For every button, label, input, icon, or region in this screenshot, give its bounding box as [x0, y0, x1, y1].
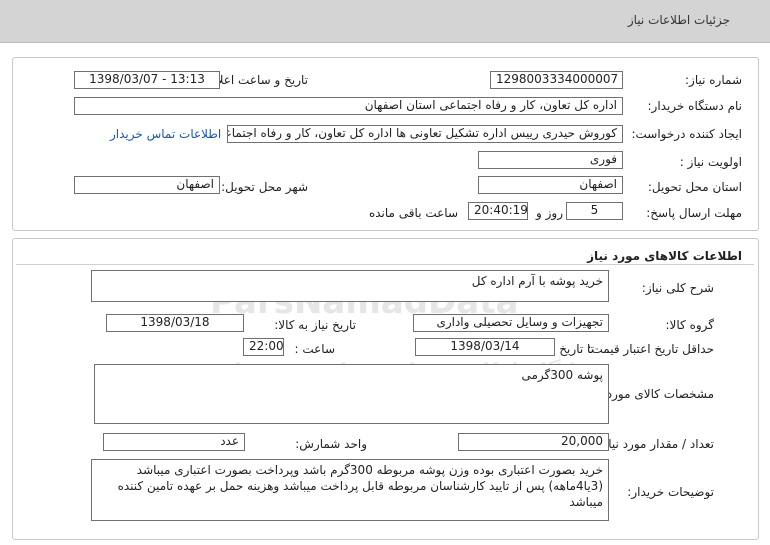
buyer-org-field: اداره کل تعاون، کار و رفاه اجتماعی استان… — [74, 97, 623, 115]
need-date-field: 1398/03/18 — [106, 314, 244, 332]
priority-label: اولویت نیاز : — [679, 155, 742, 169]
unit-label: واحد شمارش: — [295, 437, 367, 451]
summary-label: شرح کلی نیاز: — [641, 281, 714, 295]
spec-field: پوشه 300گرمی — [94, 364, 609, 424]
unit-field: عدد — [103, 433, 245, 451]
section-divider — [16, 264, 754, 265]
delivery-city-label: شهر محل تحویل: — [221, 180, 308, 194]
page-title: جزئیات اطلاعات نیاز — [627, 13, 730, 27]
deadline-time-field: 20:40:19 — [468, 202, 528, 220]
summary-field: خرید پوشه با آرم اداره کل — [91, 270, 609, 302]
until-date-label: تا تاریخ : — [551, 342, 594, 356]
buyer-org-label: نام دستگاه خریدار: — [647, 99, 743, 113]
days-word: روز و — [536, 206, 563, 220]
quantity-label: تعداد / مقدار مورد نیاز: — [598, 437, 714, 451]
buyer-notes-field: خرید بصورت اعتباری بوده وزن پوشه مربوطه … — [91, 459, 609, 521]
goods-section-title: اطلاعات کالاهای مورد نیاز — [587, 249, 742, 263]
need-number-field: 1298003334000007 — [490, 71, 623, 89]
until-date-field: 1398/03/14 — [415, 338, 555, 356]
goods-group-label: گروه کالا: — [665, 318, 715, 332]
page-header: جزئیات اطلاعات نیاز — [0, 0, 770, 43]
delivery-province-label: استان محل تحویل: — [647, 180, 742, 194]
deadline-label: مهلت ارسال پاسخ: — [646, 206, 742, 220]
buyer-contact-link[interactable]: اطلاعات تماس خریدار — [110, 127, 221, 141]
deadline-days-field: 5 — [566, 202, 623, 220]
goods-group-field: تجهیزات و وسایل تحصیلی واداری — [413, 314, 609, 332]
remaining-text: ساعت باقی مانده — [368, 206, 458, 220]
need-number-label: شماره نیاز: — [685, 73, 742, 87]
validity-time-field: 22:00 — [243, 338, 284, 356]
announce-datetime-field: 1398/03/07 - 13:13 — [74, 71, 220, 89]
priority-field: فوری — [478, 151, 623, 169]
requester-label: ایجاد کننده درخواست: — [631, 127, 742, 141]
validity-time-label: ساعت : — [294, 342, 335, 356]
delivery-city-field: اصفهان — [74, 176, 220, 194]
requester-field: کوروش حیدری رییس اداره تشکیل تعاونی ها ا… — [227, 125, 623, 143]
delivery-province-field: اصفهان — [478, 176, 623, 194]
price-validity-label: حداقل تاریخ اعتبار قیمت: — [587, 342, 714, 356]
quantity-field: 20,000 — [458, 433, 609, 451]
buyer-notes-label: توضیحات خریدار: — [627, 485, 714, 499]
need-date-label: تاریخ نیاز به کالا: — [274, 318, 356, 332]
